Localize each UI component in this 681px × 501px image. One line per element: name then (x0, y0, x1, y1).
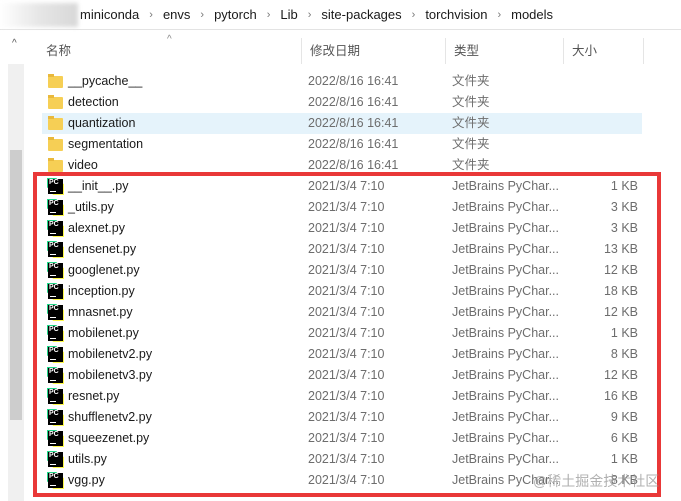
folder-icon (48, 137, 63, 151)
folder-row[interactable]: __pycache__ 2022/8/16 16:41 文件夹 (42, 71, 642, 92)
scroll-up-icon[interactable]: ^ (12, 38, 17, 49)
file-name: __pycache__ (68, 74, 143, 88)
address-bar[interactable]: miniconda › envs › pytorch › Lib › site-packages… (0, 0, 681, 30)
column-size[interactable]: 大小 (564, 38, 644, 64)
column-type[interactable]: 类型 (446, 38, 564, 64)
column-date-label: 修改日期 (310, 44, 361, 58)
watermark: @稀土掘金技术社区 (533, 473, 660, 489)
blurred-path (0, 3, 78, 27)
folder-icon (48, 116, 63, 130)
file-name: quantization (68, 116, 136, 130)
folder-row[interactable]: detection 2022/8/16 16:41 文件夹 (42, 92, 642, 113)
breadcrumb-item[interactable]: Lib (280, 7, 297, 22)
chevron-right-icon: › (149, 8, 153, 21)
folder-icon (48, 95, 63, 109)
folder-icon (48, 158, 63, 172)
file-type: 文件夹 (452, 74, 490, 88)
file-type: 文件夹 (452, 137, 490, 151)
file-date: 2022/8/16 16:41 (308, 74, 399, 88)
breadcrumb-item[interactable]: envs (163, 7, 190, 22)
file-name: segmentation (68, 137, 144, 151)
folder-row[interactable]: quantization 2022/8/16 16:41 文件夹 (42, 113, 642, 134)
file-name: detection (68, 95, 119, 109)
file-date: 2022/8/16 16:41 (308, 137, 399, 151)
column-header: ^ ^ 名称 修改日期 类型 大小 (0, 34, 681, 64)
breadcrumb-item[interactable]: pytorch (214, 7, 257, 22)
highlight-box (33, 172, 661, 497)
file-type: 文件夹 (452, 95, 490, 109)
file-date: 2022/8/16 16:41 (308, 116, 399, 130)
breadcrumb-item[interactable]: models (511, 7, 553, 22)
chevron-right-icon: › (266, 8, 271, 21)
breadcrumb: miniconda › envs › pytorch › Lib › site-packages… (80, 7, 553, 22)
file-type: 文件夹 (452, 116, 490, 130)
column-type-label: 类型 (454, 44, 480, 58)
breadcrumb-item[interactable]: site-packages (321, 7, 401, 22)
column-size-label: 大小 (572, 44, 598, 58)
chevron-right-icon: › (307, 8, 312, 21)
chevron-right-icon: › (200, 8, 205, 21)
column-name-label: 名称 (46, 44, 72, 58)
breadcrumb-item[interactable]: torchvision (425, 7, 487, 22)
folder-row[interactable]: segmentation 2022/8/16 16:41 文件夹 (42, 134, 642, 155)
column-name[interactable]: 名称 (38, 38, 302, 64)
folder-icon (48, 74, 63, 88)
scrollbar-thumb[interactable] (10, 150, 22, 420)
file-date: 2022/8/16 16:41 (308, 95, 399, 109)
column-date[interactable]: 修改日期 (302, 38, 446, 64)
breadcrumb-item[interactable]: miniconda (80, 7, 139, 22)
chevron-right-icon: › (411, 8, 416, 21)
chevron-right-icon: › (497, 8, 502, 21)
